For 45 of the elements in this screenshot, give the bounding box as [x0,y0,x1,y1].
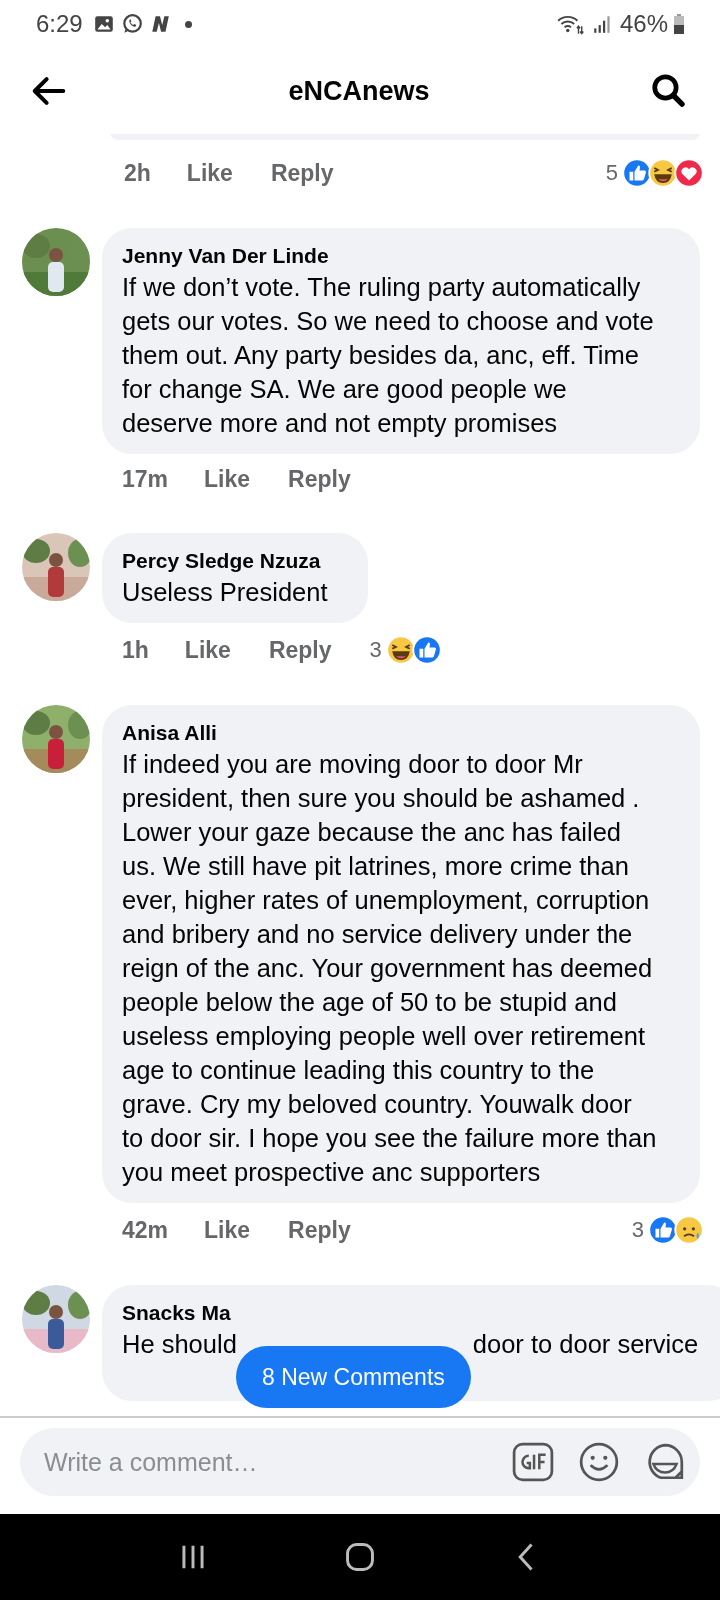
chat-bubble-icon [120,13,143,35]
laughing-face-icon [385,635,416,665]
comment-text: He should [122,1329,237,1360]
battery-percentage: 46% [619,10,668,38]
comment-time: 2h [124,159,151,187]
reply-link[interactable]: Reply [288,1216,351,1244]
like-link[interactable]: Like [204,1216,251,1244]
like-link[interactable]: Like [204,466,251,493]
sad-face-icon [674,1215,704,1245]
author-name[interactable]: Snacks Ma [122,1299,231,1327]
image-icon [92,13,115,35]
comment-time: 17m [122,466,169,493]
reply-link[interactable]: Reply [268,636,332,664]
reaction-count: 3 [631,1217,644,1243]
comment-text: If indeed you are moving door to door Mr president, then sure you should be ashamed . Lower your gaze because the anc has failed us. We still have pit latrines, more crime than ever, higher rates of unemployment, corruption and bribery and no service delivery under the reign of the anc. Your government has deemed people below the age of 50 to be stupid and useless employing people well over retirement age to continue leading this country to the grave. Cry my beloved country. Youwalk door to door sir. I hope you see the failure more than you meet prospective anc supporters [122,749,658,1188]
comment-time: 42m [122,1216,169,1244]
battery-icon [674,14,684,34]
comment-text: door to door service [472,1329,699,1360]
smiley-icon[interactable] [578,1441,620,1483]
like-link[interactable]: Like [186,159,233,187]
thumbs-up-icon [648,1215,678,1245]
comment-time: 1h [122,636,149,664]
comment-text: If we don’t vote. The ruling party automatically gets our votes. So we need to choose and vote them out. Any party besides da, anc, eff. Time for change SA. We are good people we deserve more and not empty promises [122,272,655,439]
comment-text: Useless President [122,577,328,608]
like-link[interactable]: Like [184,636,231,664]
reply-link[interactable]: Reply [270,159,334,187]
search-icon[interactable] [650,72,688,110]
clock: 6:29 [36,10,83,38]
wifi-icon [555,13,586,35]
author-name[interactable]: Jenny Van Der Linde [122,242,329,270]
gif-icon[interactable] [512,1441,554,1483]
page-title: eNCAnews [288,75,430,107]
comment-input[interactable]: Write a comment… [42,1446,488,1478]
reaction-count: 5 [605,160,618,186]
reply-link[interactable]: Reply [288,466,351,493]
reaction-count: 3 [369,637,382,663]
author-name[interactable]: Percy Sledge Nzuza [122,547,321,575]
laughing-face-icon [648,158,678,188]
notification-dot-icon [184,20,192,28]
thumbs-up-icon [622,158,652,188]
comment-field[interactable]: Write a comment… [20,1428,700,1496]
home-icon[interactable] [343,1540,377,1574]
author-name[interactable]: Anisa Alli [122,719,217,747]
thumbs-up-icon [411,635,442,665]
new-comments-button[interactable]: 8 New Comments [236,1346,471,1408]
